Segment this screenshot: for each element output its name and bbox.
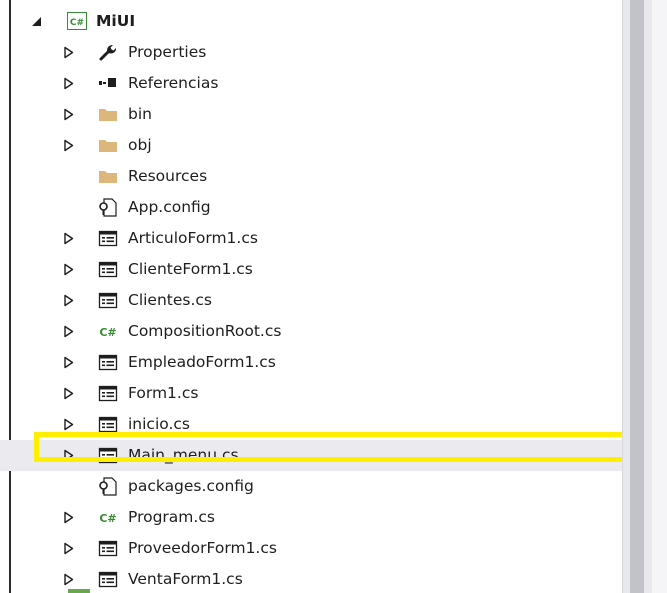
tree-item[interactable]: Main_menu.cs — [0, 440, 622, 471]
form-icon — [98, 385, 118, 402]
form-icon — [98, 354, 118, 371]
scrollbar-thumb[interactable] — [630, 0, 644, 593]
expanded-arrow-icon[interactable] — [31, 15, 43, 28]
tree-item-label: App.config — [128, 198, 211, 216]
tree-item-label: inicio.cs — [128, 415, 190, 433]
collapsed-arrow-icon[interactable] — [63, 325, 75, 338]
tree-item[interactable]: ArticuloForm1.cs — [0, 223, 622, 254]
collapsed-arrow-icon[interactable] — [63, 77, 75, 90]
tree-item[interactable]: ProveedorForm1.cs — [0, 533, 622, 564]
collapsed-arrow-icon[interactable] — [63, 449, 75, 462]
tree-item[interactable]: Form1.cs — [0, 378, 622, 409]
csharp-project-icon: C# — [67, 12, 87, 30]
form-icon — [98, 571, 118, 588]
tree-item[interactable]: EmpleadoForm1.cs — [0, 347, 622, 378]
tree-item-label: ClienteForm1.cs — [128, 260, 253, 278]
svg-text:C#: C# — [70, 18, 84, 28]
tree-item[interactable]: Properties — [0, 37, 622, 68]
tree-row-project[interactable]: C# MiUI — [0, 6, 622, 37]
project-name: MiUI — [96, 12, 136, 30]
tree-item-label: Clientes.cs — [128, 291, 213, 309]
tree-item[interactable]: App.config — [0, 192, 622, 223]
tree-item[interactable]: obj — [0, 130, 622, 161]
folder-icon — [99, 140, 117, 152]
tree-item-label: EmpleadoForm1.cs — [128, 353, 276, 371]
collapsed-arrow-icon[interactable] — [63, 263, 75, 276]
collapsed-arrow-icon[interactable] — [63, 46, 75, 59]
tree-item[interactable]: VentaForm1.cs — [0, 564, 622, 593]
collapsed-arrow-icon[interactable] — [63, 108, 75, 121]
tree-item[interactable]: inicio.cs — [0, 409, 622, 440]
tree-item-label: Main_menu.cs — [128, 446, 239, 464]
form-icon — [98, 292, 118, 309]
collapsed-arrow-icon[interactable] — [63, 294, 75, 307]
tree-item-label: Resources — [128, 167, 208, 185]
form-icon — [98, 540, 118, 557]
collapsed-arrow-icon[interactable] — [63, 139, 75, 152]
tree-item-label: CompositionRoot.cs — [128, 322, 282, 340]
tree-item-label: ProveedorForm1.cs — [128, 539, 277, 557]
references-icon — [99, 78, 116, 87]
right-panel-strip — [652, 0, 667, 593]
tree-item-label: Properties — [128, 43, 207, 61]
tree-item[interactable]: C# Program.cs — [0, 502, 622, 533]
collapsed-arrow-icon[interactable] — [63, 387, 75, 400]
tree-item[interactable]: C# CompositionRoot.cs — [0, 316, 622, 347]
config-file-icon — [99, 477, 117, 496]
tree-item-label: bin — [128, 105, 152, 123]
csharp-file-icon: C# — [99, 326, 116, 339]
collapsed-arrow-icon[interactable] — [63, 418, 75, 431]
form-icon — [98, 261, 118, 278]
tree-item[interactable]: Resources — [0, 161, 622, 192]
tree-item-label: Program.cs — [128, 508, 215, 526]
collapsed-arrow-icon[interactable] — [63, 511, 75, 524]
tree-item[interactable]: Clientes.cs — [0, 285, 622, 316]
collapsed-arrow-icon[interactable] — [63, 542, 75, 555]
collapsed-arrow-icon[interactable] — [63, 573, 75, 586]
folder-icon — [99, 109, 117, 121]
svg-text:C#: C# — [99, 326, 116, 339]
svg-text:C#: C# — [99, 512, 116, 525]
tree-item-label: Form1.cs — [128, 384, 199, 402]
config-file-icon — [99, 198, 117, 217]
tree-item[interactable]: packages.config — [0, 471, 622, 502]
collapsed-arrow-icon[interactable] — [63, 356, 75, 369]
tree-item[interactable]: Referencias — [0, 68, 622, 99]
wrench-icon — [99, 44, 117, 61]
tree-item-label: obj — [128, 136, 152, 154]
tree-item[interactable]: bin — [0, 99, 622, 130]
tree-item-label: VentaForm1.cs — [128, 570, 243, 588]
collapsed-arrow-icon[interactable] — [63, 232, 75, 245]
folder-icon — [99, 171, 117, 183]
form-icon — [98, 230, 118, 247]
tree-item[interactable]: ClienteForm1.cs — [0, 254, 622, 285]
solution-explorer-tree: C# MiUI Properties Referencias bin obj Resou… — [0, 6, 622, 593]
tree-item-label: ArticuloForm1.cs — [128, 229, 258, 247]
form-icon — [98, 416, 118, 433]
partial-next-item-icon — [68, 589, 90, 593]
csharp-file-icon: C# — [99, 512, 116, 525]
tree-item-label: Referencias — [128, 74, 219, 92]
tree-item-label: packages.config — [128, 477, 254, 495]
form-icon — [98, 447, 118, 464]
